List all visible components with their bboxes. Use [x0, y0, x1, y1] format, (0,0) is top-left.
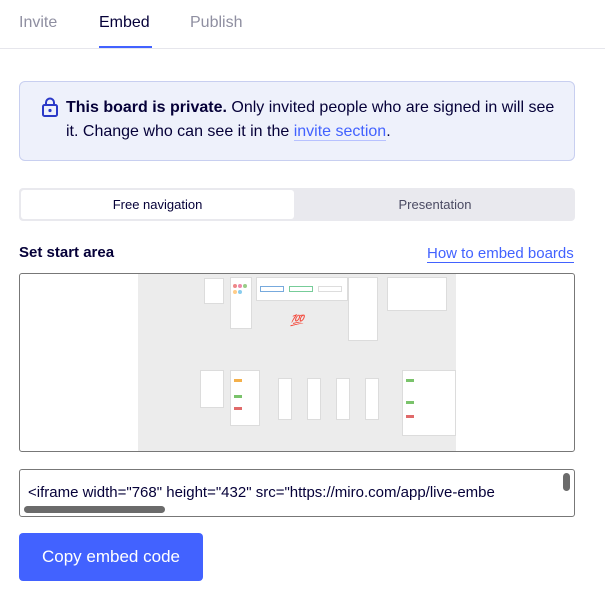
board-card [204, 278, 224, 304]
privacy-text-end: . [386, 123, 391, 140]
board-card [348, 277, 378, 341]
lock-icon [42, 97, 58, 117]
horizontal-scrollbar[interactable] [24, 506, 165, 513]
invite-section-link[interactable]: invite section [293, 123, 387, 141]
tab-bar: Invite Embed Publish [0, 0, 605, 49]
board-card [230, 277, 252, 329]
tab-invite[interactable]: Invite [19, 14, 57, 32]
board-card [307, 378, 321, 420]
tab-publish[interactable]: Publish [190, 14, 242, 32]
privacy-heading: This board is private. [66, 99, 227, 116]
navigation-mode-toggle: Free navigation Presentation [19, 188, 575, 221]
presentation-option[interactable]: Presentation [297, 190, 573, 219]
board-card [256, 277, 348, 301]
board-card [278, 378, 292, 420]
board-card [336, 378, 350, 420]
start-area-title: Set start area [19, 244, 115, 261]
board-card [230, 370, 260, 426]
tab-embed[interactable]: Embed [99, 14, 150, 32]
privacy-banner: This board is private. Only invited peop… [19, 81, 575, 161]
privacy-message: This board is private. Only invited peop… [66, 96, 566, 144]
board-card [200, 370, 224, 408]
board-card [387, 277, 447, 311]
board-card [365, 378, 379, 420]
copy-embed-code-button[interactable]: Copy embed code [19, 533, 203, 581]
vertical-scrollbar[interactable] [563, 473, 570, 491]
emoji-sticker: 💯 [290, 315, 304, 327]
active-tab-indicator [99, 46, 152, 48]
embed-help-link[interactable]: How to embed boards [427, 245, 574, 263]
embed-code-field[interactable]: <iframe width="768" height="432" src="ht… [19, 469, 575, 517]
embed-code-text: <iframe width="768" height="432" src="ht… [28, 484, 495, 501]
free-navigation-option[interactable]: Free navigation [21, 190, 294, 219]
board-card [402, 370, 456, 436]
start-area-preview[interactable]: 💯 [19, 273, 575, 452]
board-thumbnail: 💯 [138, 274, 456, 451]
